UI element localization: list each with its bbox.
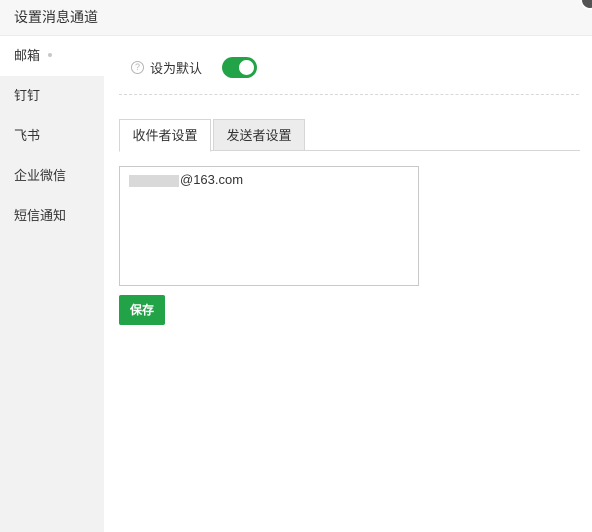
close-icon[interactable] [580,0,592,10]
dialog-header: 设置消息通道 [0,0,592,36]
settings-tabs: 收件者设置 发送者设置 [119,119,580,152]
tab-recipient-settings[interactable]: 收件者设置 [119,119,211,152]
sidebar-item-wecom[interactable]: 企业微信 [0,156,104,196]
dialog-title: 设置消息通道 [14,9,98,25]
default-label: 设为默认 [150,60,203,76]
default-setting-row: ? 设为默认 [131,56,258,78]
dashed-divider [119,94,579,95]
sidebar-item-label: 邮箱 [14,48,41,63]
sidebar-item-dingtalk[interactable]: 钉钉 [0,76,104,116]
masked-email-prefix [129,174,179,187]
settings-panel: ? 设为默认 收件者设置 发送者设置 @163.com 保存 [104,36,592,532]
sidebar-item-feishu[interactable]: 飞书 [0,116,104,156]
sidebar-item-label: 飞书 [14,128,41,143]
sidebar-item-label: 短信通知 [14,208,67,223]
sidebar-item-email[interactable]: 邮箱 [0,36,104,76]
default-toggle[interactable] [222,56,258,78]
channel-sidebar: 邮箱 钉钉 飞书 企业微信 短信通知 [0,36,104,532]
question-circle-icon[interactable]: ? [131,60,144,74]
sidebar-item-label: 钉钉 [14,88,41,103]
tab-sender-settings[interactable]: 发送者设置 [213,119,305,151]
sidebar-item-sms[interactable]: 短信通知 [0,196,104,236]
recipient-email-textarea[interactable]: @163.com [119,166,419,286]
toggle-knob [239,59,255,75]
active-dot-icon [48,52,53,57]
sidebar-item-label: 企业微信 [14,168,67,183]
email-suffix: @163.com [180,172,244,187]
save-button[interactable]: 保存 [119,295,165,325]
